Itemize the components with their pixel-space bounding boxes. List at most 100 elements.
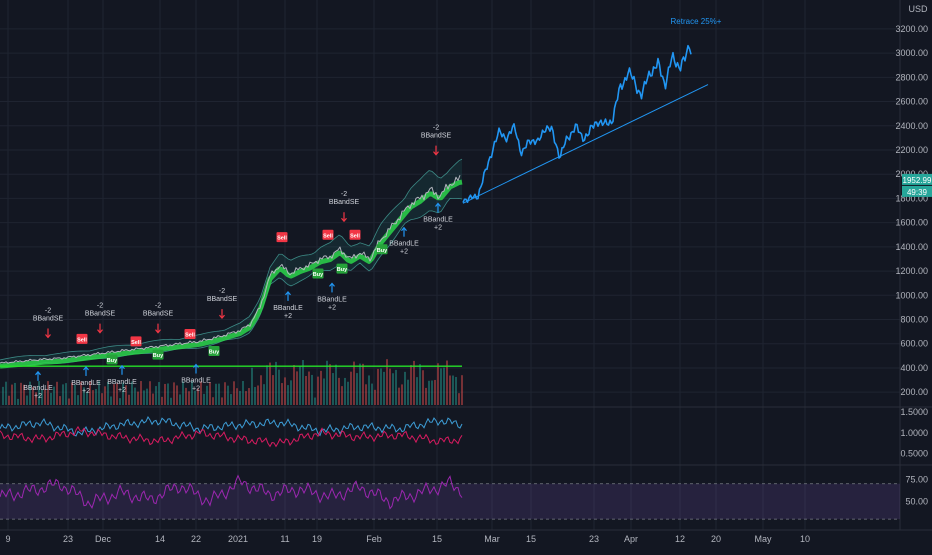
volume-bar (278, 369, 280, 405)
volume-bar (56, 381, 58, 405)
chart-root: Retrace 25%+ -2 BBandSE -2 BBandSE -2 BBandSE… (0, 0, 932, 550)
sell-signal-label: -2 (341, 191, 347, 198)
x-tick-label: 15 (432, 534, 442, 544)
volume-bar (320, 370, 322, 405)
volume-bar (413, 360, 415, 405)
volume-bar (374, 389, 376, 405)
volume-bar (446, 360, 448, 405)
y-axis-unit: USD (908, 4, 928, 14)
buy-badge-label: Buy (377, 248, 388, 254)
volume-bar (437, 363, 439, 405)
x-tick-label: Mar (484, 534, 500, 544)
x-tick-label: May (754, 534, 772, 544)
x-tick-label: 23 (63, 534, 73, 544)
volume-bar (353, 361, 355, 405)
volume-bar (368, 375, 370, 405)
x-tick-label: 12 (675, 534, 685, 544)
buy-signal-label: +2 (328, 304, 336, 311)
osc1-tick-label: 1.5000 (900, 407, 928, 417)
volume-bar (389, 368, 391, 405)
volume-bar (431, 380, 433, 405)
volume-bar (335, 364, 337, 405)
volume-bar (254, 387, 256, 405)
buy-signal-label: +2 (284, 313, 292, 320)
x-tick-label: Apr (624, 534, 638, 544)
volume-bar (326, 360, 328, 405)
x-tick-label: 22 (191, 534, 201, 544)
countdown-label: 49:39 (907, 188, 928, 197)
volume-bar (242, 381, 244, 405)
buy-signal-label: +2 (118, 387, 126, 394)
volume-bar (440, 368, 442, 405)
y-tick-label: 1200.00 (895, 266, 928, 276)
volume-bar (2, 386, 4, 405)
buy-signal-label: BBandLE (107, 379, 137, 386)
volume-bar (119, 398, 121, 405)
volume-bar (233, 381, 235, 405)
volume-bar (170, 397, 172, 405)
volume-bar (5, 381, 7, 405)
sell-signal-label: -2 (219, 288, 225, 295)
x-tick-label: 11 (280, 534, 289, 544)
chart-canvas: Retrace 25%+ -2BBandSE-2BBandSE-2BBandSE… (0, 0, 932, 550)
volume-bar (284, 377, 286, 405)
volume-bar (461, 375, 463, 405)
volume-bar (275, 361, 277, 405)
volume-bar (458, 393, 460, 405)
volume-bar (26, 395, 28, 405)
volume-bar (8, 395, 10, 405)
volume-bar (218, 383, 220, 405)
volume-bar (227, 385, 229, 405)
volume-bar (203, 393, 205, 405)
volume-bar (182, 381, 184, 405)
volume-bar (317, 376, 319, 405)
sell-signal-label: BBandSE (421, 133, 452, 140)
buy-signal-label: BBandLE (181, 378, 211, 385)
last-price-label: 1952.99 (903, 176, 932, 185)
volume-bar (101, 393, 103, 405)
sell-badge-label: Sell (77, 337, 87, 343)
volume-bar (407, 379, 409, 405)
osc1-tick-label: 1.0000 (900, 428, 928, 438)
y-tick-label: 1400.00 (895, 242, 928, 252)
volume-bar (422, 370, 424, 405)
volume-bar (296, 371, 298, 405)
volume-bar (344, 377, 346, 405)
volume-bar (113, 384, 115, 405)
volume-bar (395, 369, 397, 405)
volume-bar (53, 386, 55, 405)
buy-badge-label: Buy (337, 267, 348, 273)
volume-bar (215, 383, 217, 405)
buy-signal-label: BBandLE (23, 385, 53, 392)
volume-bar (146, 388, 148, 405)
volume-bar (137, 391, 139, 405)
volume-bar (383, 371, 385, 405)
volume-bar (392, 373, 394, 405)
volume-bar (299, 365, 301, 405)
volume-bar (140, 381, 142, 405)
buy-badge-label: Buy (153, 353, 164, 359)
buy-signal-label: BBandLE (71, 380, 101, 387)
volume-bar (455, 376, 457, 405)
osc1-tick-label: 0.5000 (900, 449, 928, 459)
volume-bar (95, 388, 97, 405)
volume-bar (62, 384, 64, 405)
buy-signal-label: +2 (400, 249, 408, 256)
volume-bar (224, 382, 226, 405)
volume-bar (269, 362, 271, 405)
x-tick-label: 23 (589, 534, 599, 544)
y-tick-label: 2400.00 (895, 121, 928, 131)
volume-bar (401, 384, 403, 405)
volume-bar (65, 383, 67, 405)
volume-bar (17, 398, 19, 405)
volume-bar (236, 388, 238, 405)
volume-bar (338, 377, 340, 405)
volume-bar (311, 374, 313, 405)
buy-badge-label: Buy (107, 358, 118, 364)
volume-bar (155, 386, 157, 405)
volume-bar (263, 384, 265, 405)
sell-signal-label: BBandSE (85, 311, 116, 318)
volume-bar (152, 393, 154, 405)
y-tick-label: 2200.00 (895, 145, 928, 155)
volume-bar (287, 385, 289, 405)
